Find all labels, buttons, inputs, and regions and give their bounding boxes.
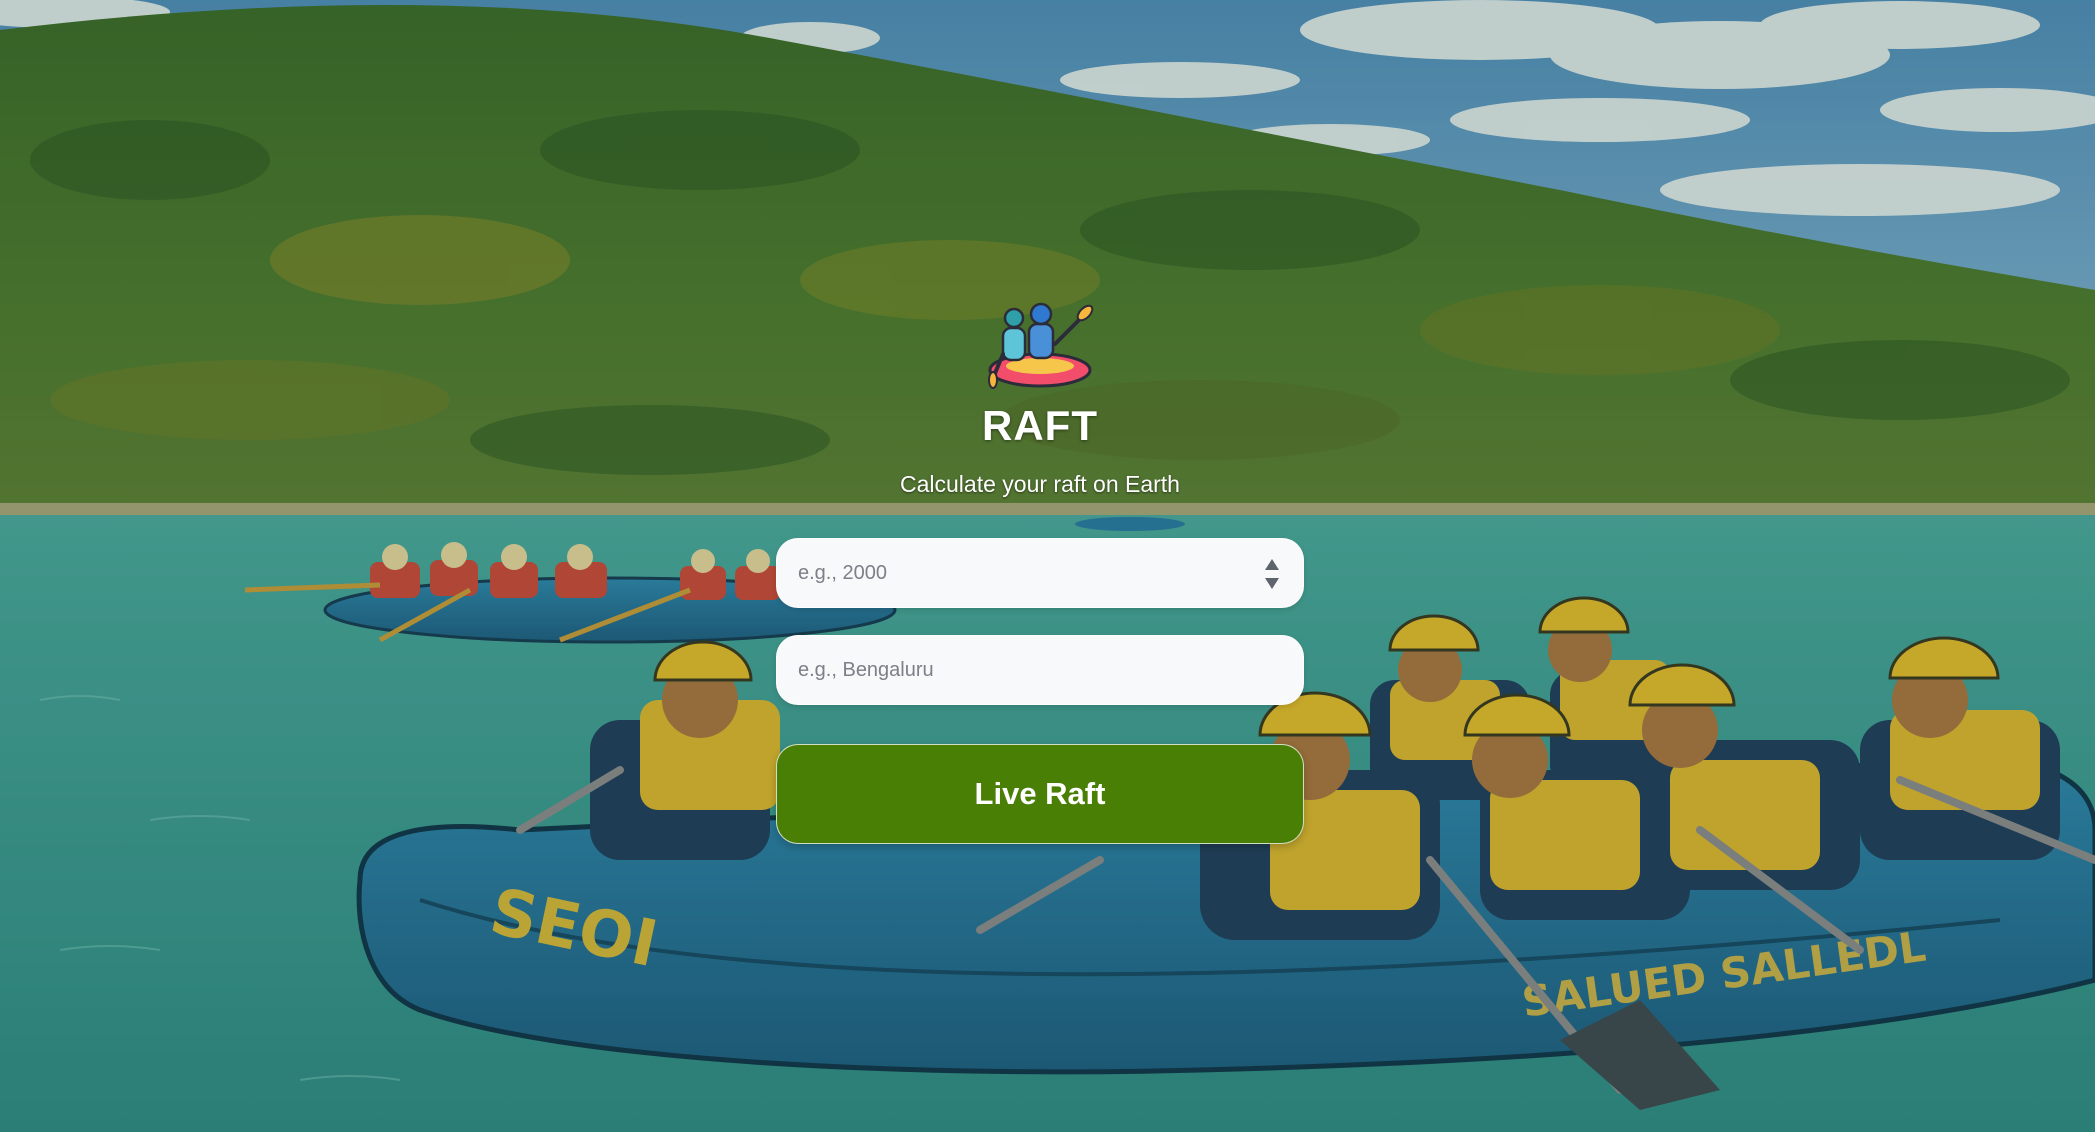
- live-raft-button[interactable]: Live Raft: [776, 744, 1304, 844]
- city-input[interactable]: [777, 636, 1303, 704]
- raft-form-panel: RAFT Calculate your raft on Earth Live R…: [776, 300, 1304, 844]
- year-input[interactable]: [777, 539, 1303, 607]
- rafting-icon: [988, 302, 1094, 389]
- year-stepper[interactable]: [1265, 559, 1279, 589]
- chevron-down-icon[interactable]: [1265, 578, 1279, 589]
- raft-page: SEOI SALUED SALLEDL RAFT Calculate your …: [0, 0, 2095, 1132]
- app-title: RAFT: [982, 402, 1098, 449]
- chevron-up-icon[interactable]: [1265, 559, 1279, 570]
- year-field: [776, 538, 1304, 608]
- app-subtitle: Calculate your raft on Earth: [900, 471, 1180, 497]
- city-field: [776, 635, 1304, 705]
